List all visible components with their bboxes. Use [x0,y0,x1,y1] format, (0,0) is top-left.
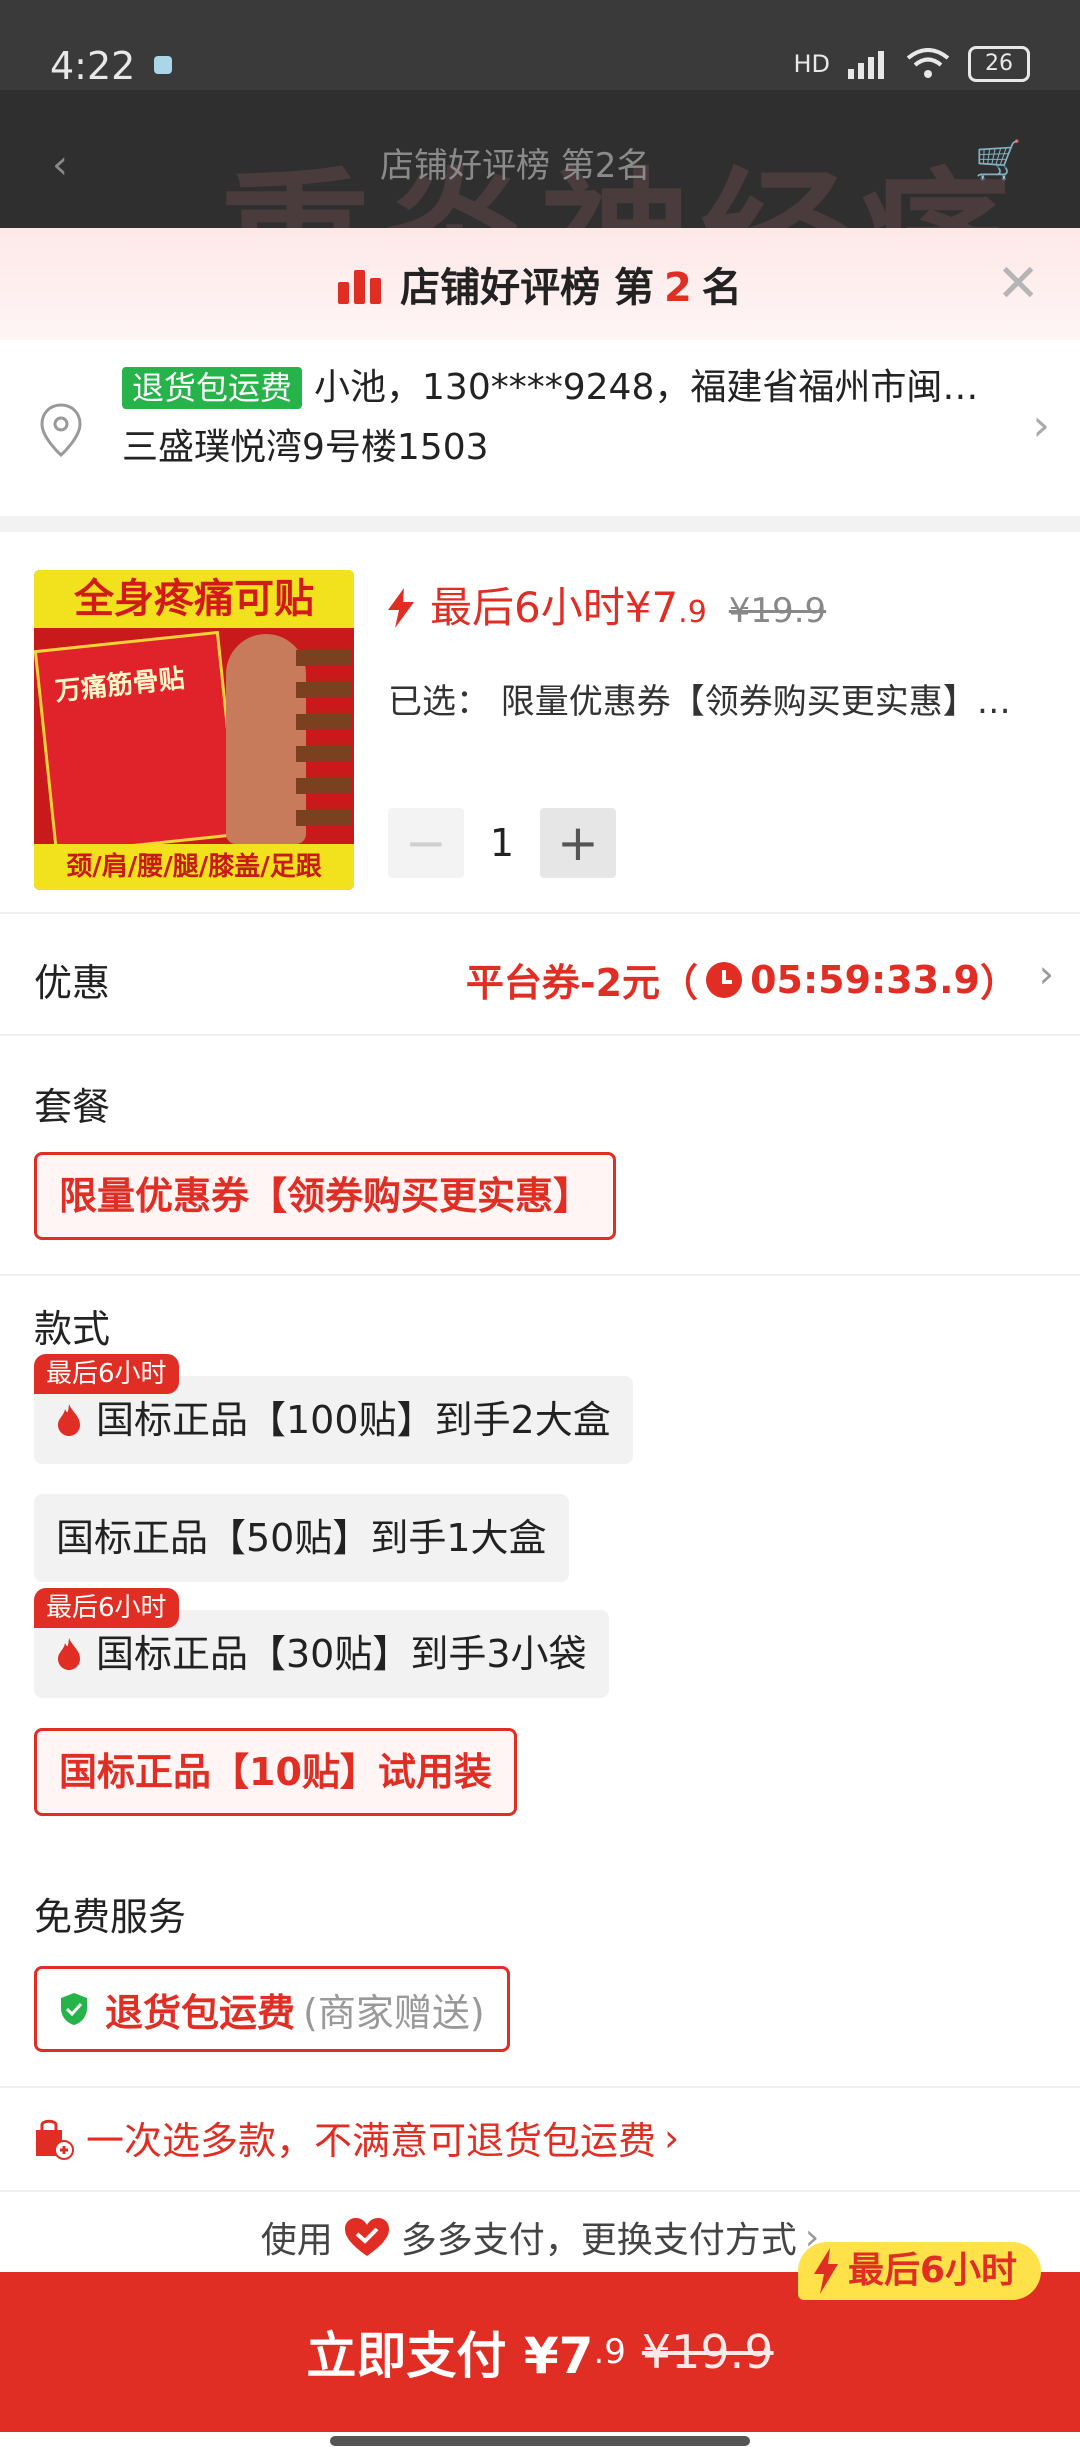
package-option-selected[interactable]: 限量优惠券【领券购买更实惠】 [34,1152,617,1240]
price-row: 最后6小时¥7.9 ¥19.9 [386,574,826,635]
current-price: 最后6小时¥7.9 [430,583,707,632]
increase-button[interactable]: + [540,808,616,878]
decrease-button[interactable]: − [388,808,464,878]
shopping-bag-plus-icon [36,2119,74,2160]
limited-time-badge: 最后6小时 [34,1354,179,1394]
rank-chart-icon [338,264,382,304]
notification-icon [154,56,172,74]
address-row[interactable]: 退货包运费 小池，130****9248，福建省福州市闽… 三盛璞悦湾9号楼150… [0,340,1080,532]
quantity-value[interactable]: 1 [464,821,540,865]
duoduo-pay-heart-icon [344,2218,389,2256]
discount-value: 平台券-2元（ 05:59:33.9 ） [465,957,1018,1006]
page-backdrop: 重炎神经痛 ‹ 店铺好评榜 第2名 🛒 [0,90,1080,230]
network-label: HD [793,50,830,78]
pay-original-price: ¥19.9 [641,2325,774,2379]
discount-label: 优惠 [34,961,111,1005]
cart-icon: 🛒 [974,138,1022,182]
close-icon[interactable]: ✕ [996,258,1040,310]
rank-number: 2 [664,265,692,311]
wifi-icon [906,48,950,78]
product-summary: 全身疼痛可贴 万痛筋骨贴 颈/肩/腰/腿/膝盖/足跟 最后6小时¥7.9 ¥19… [0,532,1080,914]
backdrop-title: 店铺好评榜 第2名 [380,146,651,186]
lightning-icon [814,2248,838,2294]
quantity-stepper: − 1 + [388,808,616,878]
return-shipping-tag: 退货包运费 [122,367,303,409]
alarm-clock-icon [706,961,743,998]
pay-limited-badge: 最后6小时 [798,2242,1042,2300]
battery-icon: 26 [968,46,1030,82]
package-title: 套餐 [34,1085,111,1129]
selected-option-text: 已选： 限量优惠券【领券购买更实惠】… [388,682,1011,722]
shield-check-icon [61,1993,87,2025]
lightning-icon [388,588,414,628]
home-indicator [330,2436,750,2446]
status-time: 4:22 [50,44,136,88]
chevron-right-icon: › [1038,952,1054,996]
service-title: 免费服务 [34,1895,187,1939]
discount-row[interactable]: 优惠 平台券-2元（ 05:59:33.9 ） › [0,914,1080,1036]
flame-icon [58,1404,80,1436]
status-icons: HD 26 [793,46,1030,82]
signal-icon [848,51,884,79]
product-image[interactable]: 全身疼痛可贴 万痛筋骨贴 颈/肩/腰/腿/膝盖/足跟 [34,570,354,890]
address-line-1: 退货包运费 小池，130****9248，福建省福州市闽… [122,362,992,414]
sheet-title: 店铺好评榜 第2名 [400,265,742,311]
multi-select-promo[interactable]: 一次选多款，不满意可退货包运费 › [30,2110,679,2165]
location-pin-icon [40,403,82,458]
back-arrow-icon: ‹ [52,142,68,188]
style-option-10-selected[interactable]: 国标正品【10贴】试用装 [34,1728,517,1816]
flame-icon [58,1638,80,1670]
divider [0,1274,1080,1276]
countdown-timer: 05:59:33.9 [750,957,980,1002]
style-option-50[interactable]: 国标正品【50贴】到手1大盒 [34,1494,569,1582]
chevron-right-icon: › [1032,400,1050,451]
style-title: 款式 [34,1307,111,1351]
divider [0,2086,1080,2088]
status-bar: 4:22 HD 26 [0,0,1080,90]
original-price: ¥19.9 [728,591,827,631]
sheet-header: 店铺好评榜 第2名 ✕ [0,228,1080,340]
limited-time-badge: 最后6小时 [34,1588,179,1628]
address-line-2: 三盛璞悦湾9号楼1503 [122,427,489,468]
free-service-option[interactable]: 退货包运费 (商家赠送) [34,1966,510,2052]
